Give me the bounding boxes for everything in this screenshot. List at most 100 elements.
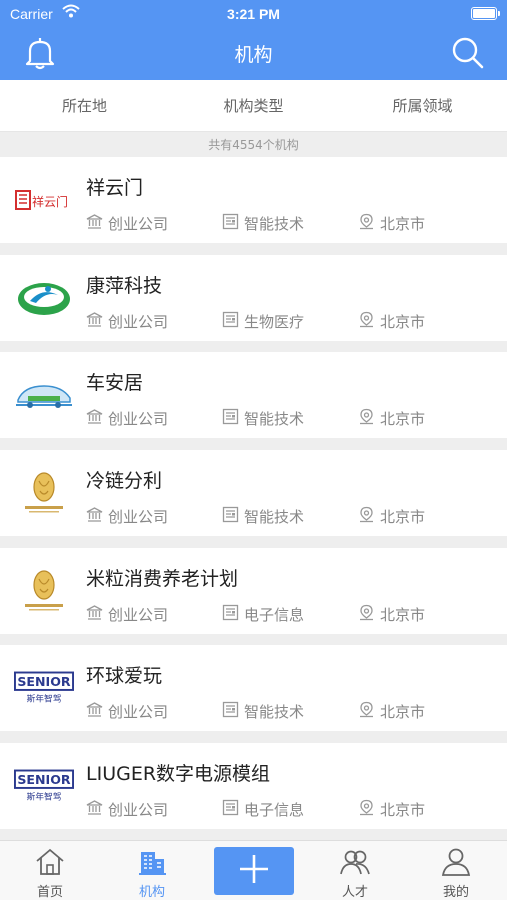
- bank-icon: [86, 507, 108, 526]
- list-item[interactable]: 车安居 创业公司 智能技术 北京市: [0, 352, 507, 439]
- location-icon: [358, 311, 380, 332]
- org-field-label: 智能技术: [244, 215, 305, 233]
- org-city: 北京市: [358, 604, 425, 625]
- org-type: 创业公司: [86, 213, 168, 234]
- document-icon: [222, 604, 244, 625]
- filter-location[interactable]: 所在地: [0, 80, 169, 131]
- location-icon: [358, 701, 380, 722]
- org-city: 北京市: [358, 213, 425, 234]
- org-city: 北京市: [358, 408, 425, 429]
- org-city: 北京市: [358, 311, 425, 332]
- org-city-label: 北京市: [380, 605, 426, 624]
- result-count: 共有4554个机构: [208, 138, 299, 152]
- org-type: 创业公司: [86, 506, 168, 527]
- org-city-label: 北京市: [380, 215, 426, 233]
- org-field: 智能技术: [222, 408, 304, 429]
- plus-icon: [237, 852, 271, 890]
- org-logo: 祥云门: [14, 177, 74, 223]
- org-type: 创业公司: [86, 701, 168, 722]
- document-icon: [222, 701, 244, 722]
- org-type: 创业公司: [86, 604, 168, 625]
- list-item[interactable]: 祥云门 祥云门 创业公司 智能技术 北京市: [0, 157, 507, 243]
- org-field-label: 生物医疗: [244, 312, 305, 331]
- svg-text:SENIOR: SENIOR: [17, 772, 71, 787]
- org-logo: [14, 470, 74, 516]
- tab-talent[interactable]: 人才: [315, 841, 395, 900]
- list-item[interactable]: 康萍科技 创业公司 生物医疗 北京市: [0, 254, 507, 341]
- document-icon: [222, 408, 244, 429]
- org-logo: [14, 372, 74, 418]
- org-name: LIUGER数字电源模组: [86, 763, 271, 786]
- bank-icon: [86, 311, 108, 331]
- location-icon: [358, 506, 380, 527]
- org-list: 祥云门 祥云门 创业公司 智能技术 北京市 康萍科技 创业公司 生物医疗 北京市: [0, 157, 507, 841]
- list-item[interactable]: 冷链分利 创业公司 智能技术 北京市: [0, 450, 507, 537]
- org-type: 创业公司: [86, 799, 168, 820]
- tab-talent-label: 人才: [341, 885, 368, 900]
- org-name: 车安居: [86, 372, 144, 395]
- org-field-label: 智能技术: [244, 703, 305, 722]
- tab-bar: 首页 机构 人才 我的: [0, 840, 507, 900]
- org-city: 北京市: [358, 799, 425, 820]
- org-type-label: 创业公司: [108, 410, 169, 429]
- list-item[interactable]: SENIOR 斯年智驾 LIUGER数字电源模组 创业公司 电子信息 北京市: [0, 743, 507, 830]
- org-field-label: 电子信息: [244, 605, 305, 624]
- org-field-label: 智能技术: [244, 410, 305, 429]
- org-field-label: 电子信息: [244, 801, 305, 820]
- filter-field[interactable]: 所属领域: [338, 80, 507, 131]
- svg-text:祥云门: 祥云门: [32, 194, 68, 209]
- org-type: 创业公司: [86, 408, 168, 429]
- document-icon: [222, 799, 244, 820]
- org-field: 智能技术: [222, 701, 304, 722]
- status-bar: Carrier 3:21 PM: [0, 0, 507, 28]
- document-icon: [222, 311, 244, 332]
- tab-org[interactable]: 机构: [112, 841, 192, 900]
- status-time: 3:21 PM: [227, 6, 280, 22]
- location-icon: [358, 408, 380, 429]
- org-type-label: 创业公司: [108, 312, 169, 331]
- home-icon: [34, 846, 66, 882]
- org-city: 北京市: [358, 701, 425, 722]
- bank-icon: [86, 214, 108, 233]
- document-icon: [222, 506, 244, 527]
- org-name: 冷链分利: [86, 470, 163, 493]
- bank-icon: [86, 702, 108, 721]
- org-name: 康萍科技: [86, 274, 163, 297]
- org-field: 电子信息: [222, 799, 304, 820]
- org-logo: SENIOR 斯年智驾: [14, 665, 74, 711]
- header: Carrier 3:21 PM 机构: [0, 0, 507, 80]
- org-type: 创业公司: [86, 311, 168, 332]
- search-icon[interactable]: [451, 36, 485, 74]
- org-city-label: 北京市: [380, 410, 426, 429]
- org-city-label: 北京市: [380, 508, 426, 527]
- org-field: 电子信息: [222, 604, 304, 625]
- filter-type[interactable]: 机构类型: [169, 80, 338, 131]
- bank-icon: [86, 409, 108, 428]
- org-type-label: 创业公司: [108, 703, 169, 722]
- tab-home[interactable]: 首页: [10, 841, 90, 900]
- org-field: 智能技术: [222, 213, 304, 234]
- tab-me[interactable]: 我的: [416, 841, 496, 900]
- person-icon: [440, 846, 472, 882]
- document-icon: [222, 213, 244, 234]
- location-icon: [358, 604, 380, 625]
- org-field: 智能技术: [222, 506, 304, 527]
- org-logo: [14, 568, 74, 614]
- add-button[interactable]: [214, 847, 294, 895]
- location-icon: [358, 799, 380, 820]
- org-logo: SENIOR 斯年智驾: [14, 763, 74, 809]
- tab-me-label: 我的: [442, 885, 469, 900]
- org-city-label: 北京市: [380, 801, 426, 820]
- org-city-label: 北京市: [380, 703, 426, 722]
- org-type-label: 创业公司: [108, 215, 169, 233]
- bank-icon: [86, 800, 108, 819]
- org-field: 生物医疗: [222, 311, 304, 332]
- org-field-label: 智能技术: [244, 508, 305, 527]
- org-name: 祥云门: [86, 177, 144, 199]
- svg-text:斯年智驾: 斯年智驾: [27, 693, 62, 705]
- filter-bar: 所在地 机构类型 所属领域: [0, 80, 507, 132]
- org-type-label: 创业公司: [108, 508, 169, 527]
- svg-text:SENIOR: SENIOR: [17, 675, 71, 690]
- list-item[interactable]: SENIOR 斯年智驾 环球爱玩 创业公司 智能技术 北京市: [0, 645, 507, 732]
- list-item[interactable]: 米粒消费养老计划 创业公司 电子信息 北京市: [0, 547, 507, 634]
